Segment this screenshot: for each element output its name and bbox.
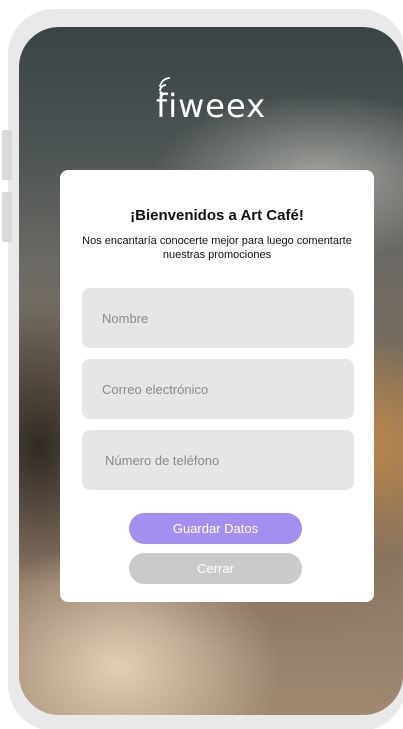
save-data-button[interactable]: Guardar Datos <box>129 513 302 544</box>
phone-input[interactable] <box>82 430 354 490</box>
close-button[interactable]: Cerrar <box>129 553 302 584</box>
welcome-subtitle: Nos encantaría conocerte mejor para lueg… <box>82 235 352 261</box>
phone-side-button-upper <box>2 130 12 180</box>
wifi-signal-icon <box>159 77 171 95</box>
registration-card: ¡Bienvenidos a Art Café! Nos encantaría … <box>60 170 374 602</box>
brand-logo: fiweex <box>19 77 403 125</box>
name-input[interactable] <box>82 288 354 348</box>
welcome-title: ¡Bienvenidos a Art Café! <box>130 207 304 224</box>
email-input[interactable] <box>82 359 354 419</box>
phone-side-button-lower <box>2 192 12 242</box>
logo-wordmark: fiweex <box>156 77 266 125</box>
